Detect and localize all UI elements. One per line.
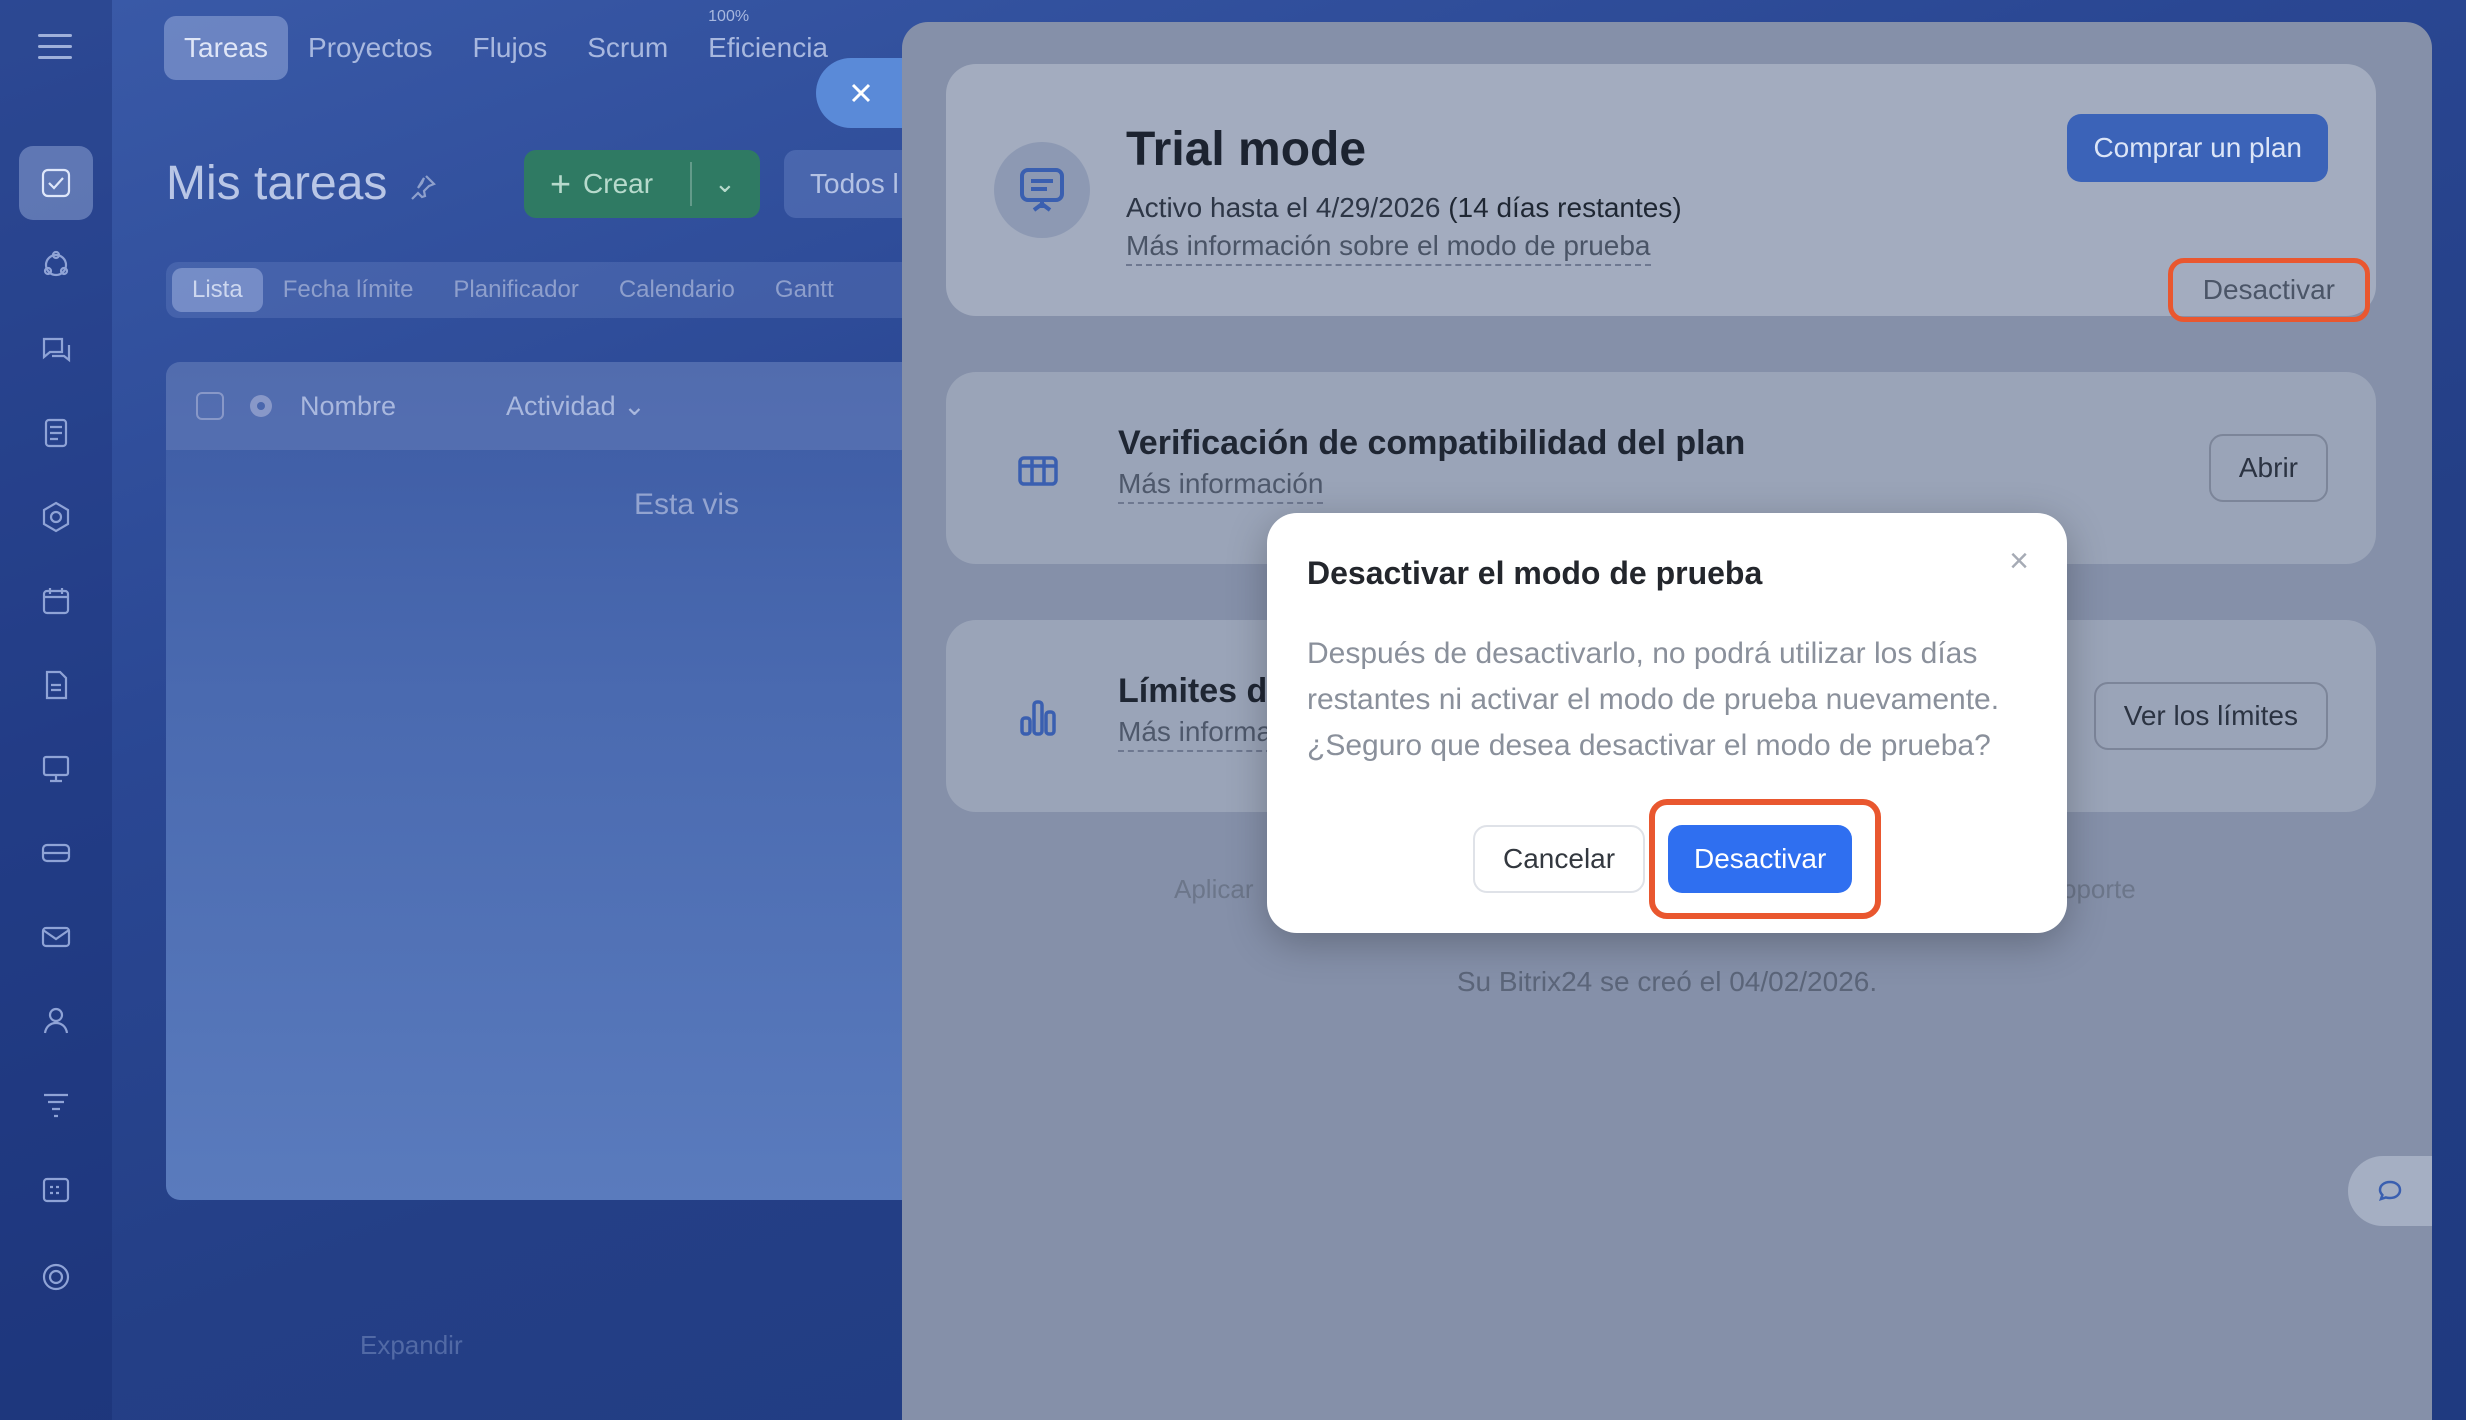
dialog-title: Desactivar el modo de prueba	[1307, 555, 1763, 591]
empty-state-text: Esta vis	[634, 488, 740, 521]
table-header: Nombre Actividad ⌄	[166, 362, 926, 450]
chat-button[interactable]	[2348, 1156, 2432, 1226]
deactivate-trial-dialog: Desactivar el modo de prueba × Después d…	[1267, 513, 2067, 933]
apply-link[interactable]: Aplicar	[1174, 874, 1253, 905]
portal-created-text: Su Bitrix24 se creó el 04/02/2026.	[1456, 966, 1878, 997]
view-tab-planificador[interactable]: Planificador	[433, 268, 598, 312]
column-name[interactable]: Nombre	[300, 391, 396, 422]
view-tab-fecha-limite[interactable]: Fecha límite	[263, 268, 434, 312]
grid-calendar-icon	[42, 1177, 70, 1203]
mail-icon	[41, 926, 71, 948]
sidebar-item-schedule[interactable]	[19, 1152, 93, 1226]
table-grid-icon	[1018, 456, 1058, 486]
tray-icon	[41, 843, 71, 863]
trial-more-info-link[interactable]: Más información sobre el modo de prueba	[1126, 230, 1651, 266]
sidebar-item-feed[interactable]	[19, 228, 93, 302]
select-all-checkbox[interactable]	[196, 392, 224, 420]
sidebar-item-chats[interactable]	[19, 312, 93, 386]
plan-verification-more-info[interactable]: Más información	[1118, 468, 1324, 504]
create-button-label: Crear	[583, 168, 654, 199]
pin-icon[interactable]	[408, 172, 438, 202]
tab-tareas[interactable]: Tareas	[164, 16, 289, 80]
sidebar-item-calendar[interactable]	[19, 564, 93, 638]
task-table: Nombre Actividad ⌄	[166, 362, 926, 1200]
support-link[interactable]: oporte	[2062, 874, 2136, 905]
sidebar-item-settings[interactable]	[19, 1240, 93, 1314]
gear-icon[interactable]	[246, 391, 276, 421]
checkbox-icon	[41, 168, 71, 198]
expand-link[interactable]: Expandir	[360, 1330, 463, 1361]
buy-plan-button[interactable]: Comprar un plan	[2067, 114, 2328, 182]
sidebar-item-employees[interactable]	[19, 984, 93, 1058]
column-activity-label: Actividad	[506, 390, 616, 421]
menu-icon[interactable]	[38, 34, 72, 62]
efficiency-percent: 100%	[708, 8, 750, 25]
sidebar-item-inbox[interactable]	[19, 816, 93, 890]
chat-bubble-icon	[2378, 1180, 2402, 1201]
gear-icon	[42, 1263, 70, 1291]
feed-icon	[43, 250, 69, 277]
document-icon	[44, 418, 68, 448]
presentation-icon	[1020, 168, 1064, 212]
page-title: Mis tareas	[166, 157, 388, 210]
view-tabs: Lista Fecha límite Planificador Calendar…	[166, 262, 926, 318]
trial-card: Trial mode Activo hasta el 4/29/2026 (14…	[946, 64, 2376, 322]
sidebar-item-tasks[interactable]	[19, 146, 93, 220]
sidebar-item-boards[interactable]	[19, 732, 93, 806]
bar-chart-icon	[1020, 700, 1056, 736]
tab-scrum[interactable]: Scrum	[567, 16, 688, 80]
left-sidebar	[0, 0, 112, 1420]
confirm-deactivate-button[interactable]: Desactivar	[1668, 825, 1853, 893]
view-tab-lista[interactable]: Lista	[172, 268, 263, 312]
sidebar-item-automation[interactable]	[19, 1068, 93, 1142]
limits-title: Límites d	[1118, 672, 1268, 710]
view-limits-button[interactable]: Ver los límites	[2093, 682, 2328, 750]
users-icon	[43, 1007, 69, 1034]
sidebar-item-mail[interactable]	[19, 900, 93, 974]
column-activity[interactable]: Actividad ⌄	[506, 391, 646, 422]
calendar-icon	[42, 588, 70, 615]
hexagon-icon	[42, 501, 70, 533]
open-button[interactable]: Abrir	[2208, 434, 2328, 502]
cancel-button[interactable]: Cancelar	[1473, 825, 1646, 893]
dialog-message: Después de desactivarlo, no podrá utiliz…	[1307, 637, 2000, 762]
deactivate-trial-link[interactable]: Desactivar	[2167, 258, 2370, 322]
tab-eficiencia-label: Eficiencia	[708, 32, 828, 63]
presentation-icon	[42, 755, 70, 783]
sidebar-item-documents[interactable]	[19, 396, 93, 470]
funnel-icon	[44, 1093, 68, 1118]
tab-proyectos[interactable]: Proyectos	[288, 16, 453, 80]
chevron-down-icon[interactable]: ⌄	[714, 168, 736, 199]
sidebar-item-crm[interactable]	[19, 480, 93, 554]
trial-days-left: (14 días restantes)	[1448, 192, 1682, 223]
top-navigation: Tareas Proyectos Flujos Scrum 100% Efici…	[164, 8, 848, 80]
trial-icon-circle	[994, 142, 1090, 238]
view-tab-calendario[interactable]: Calendario	[599, 268, 755, 312]
tab-flujos[interactable]: Flujos	[453, 16, 568, 80]
limits-more-info[interactable]: Más informa	[1118, 716, 1273, 752]
create-button[interactable]: + Crear ⌄	[524, 150, 760, 218]
view-tab-gantt[interactable]: Gantt	[755, 268, 854, 312]
chat-icon	[42, 337, 71, 363]
close-icon[interactable]: ×	[2001, 543, 2037, 579]
trial-status: Activo hasta el 4/29/2026 (14 días resta…	[1126, 192, 1682, 224]
file-icon	[45, 670, 68, 700]
trial-title: Trial mode	[1126, 123, 1367, 176]
plus-icon: +	[550, 163, 572, 204]
plan-verification-title: Verificación de compatibilidad del plan	[1118, 424, 1746, 462]
sidebar-item-files[interactable]	[19, 648, 93, 722]
trial-active-until: Activo hasta el 4/29/2026	[1126, 192, 1441, 223]
close-icon	[851, 83, 871, 103]
create-divider	[690, 162, 692, 206]
